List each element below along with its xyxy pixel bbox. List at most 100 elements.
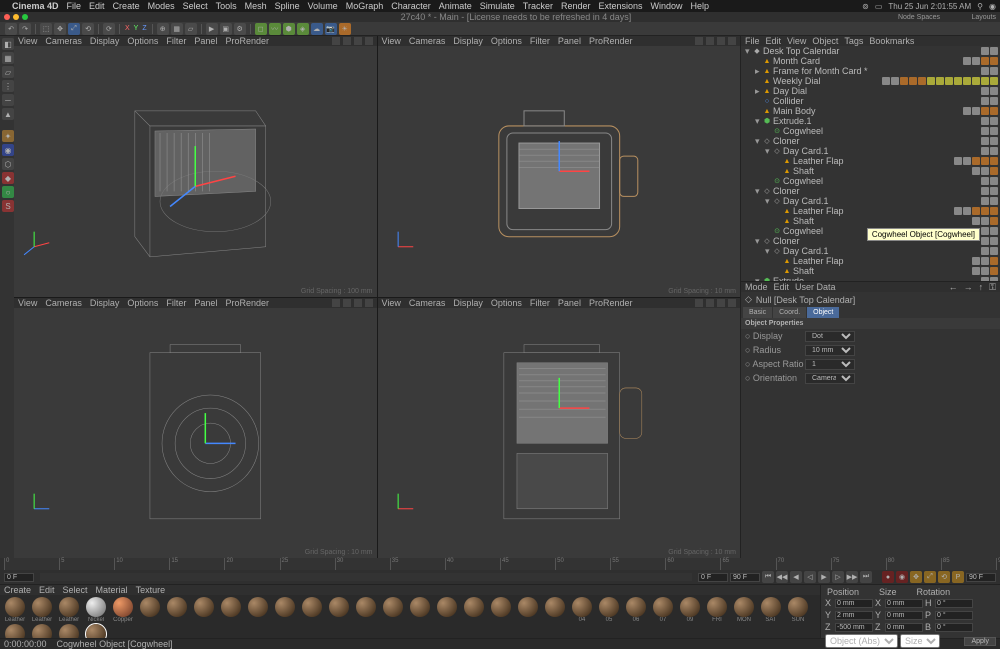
render-view[interactable]: ▶	[206, 23, 218, 35]
expand-toggle[interactable]: ▸	[755, 66, 763, 77]
object-tag[interactable]	[990, 207, 998, 215]
object-row[interactable]: ▾◆Desk Top Calendar	[741, 46, 1000, 56]
object-tag[interactable]	[990, 97, 998, 105]
object-tag[interactable]	[972, 207, 980, 215]
vp-max-icon[interactable]	[728, 37, 736, 45]
rotation-input[interactable]	[935, 611, 973, 620]
model-mode[interactable]: ◧	[2, 38, 14, 50]
attr-nav-fwd[interactable]: →	[964, 282, 973, 292]
object-tag[interactable]	[927, 77, 935, 85]
project-end-input[interactable]	[966, 573, 996, 582]
object-tag[interactable]	[990, 267, 998, 275]
menu-file[interactable]: File	[67, 1, 82, 11]
vp-menu-view[interactable]: View	[18, 298, 37, 308]
material-preview[interactable]	[32, 597, 52, 617]
redo-button[interactable]: ↷	[19, 23, 31, 35]
object-tag[interactable]	[990, 87, 998, 95]
material-item[interactable]: Copper	[110, 597, 136, 623]
mat-menu-select[interactable]: Select	[63, 585, 88, 595]
object-name[interactable]: Weekly Dial	[773, 76, 882, 86]
vp-menu-prorender[interactable]: ProRender	[225, 298, 269, 308]
object-tag[interactable]	[963, 57, 971, 65]
material-item[interactable]	[272, 597, 298, 623]
material-preview[interactable]	[302, 597, 322, 617]
material-preview[interactable]	[707, 597, 727, 617]
object-tag[interactable]	[990, 127, 998, 135]
object-name[interactable]: Cogwheel	[783, 126, 981, 136]
material-item[interactable]	[434, 597, 460, 623]
size-input[interactable]	[885, 623, 923, 632]
object-row[interactable]: ▲Leather Flap	[741, 156, 1000, 166]
material-item[interactable]	[245, 597, 271, 623]
material-preview[interactable]	[59, 624, 79, 638]
tab-basic[interactable]: Basic	[743, 307, 772, 318]
object-name[interactable]: Extrude.1	[773, 116, 981, 126]
material-preview[interactable]	[113, 597, 133, 617]
object-tag[interactable]	[981, 207, 989, 215]
material-item[interactable]	[191, 597, 217, 623]
render-pict[interactable]: ▣	[220, 23, 232, 35]
objmgr-menu-file[interactable]: File	[745, 36, 760, 46]
apply-button[interactable]: Apply	[964, 637, 996, 646]
attr-value-select[interactable]: Camera	[805, 373, 855, 384]
material-preview[interactable]	[545, 597, 565, 617]
next-key[interactable]: ▶▶	[846, 571, 858, 583]
mat-menu-material[interactable]: Material	[96, 585, 128, 595]
object-name[interactable]: Cogwheel	[783, 176, 981, 186]
object-tag[interactable]	[981, 157, 989, 165]
workplane-button[interactable]: ▱	[185, 23, 197, 35]
object-row[interactable]: ▾◇Day Card.1	[741, 246, 1000, 256]
objmgr-menu-tags[interactable]: Tags	[844, 36, 863, 46]
object-tag[interactable]	[990, 217, 998, 225]
undo-button[interactable]: ↶	[5, 23, 17, 35]
tab-coord[interactable]: Coord.	[773, 307, 806, 318]
material-preview[interactable]	[140, 597, 160, 617]
object-name[interactable]: Day Dial	[773, 86, 981, 96]
object-row[interactable]: ▲Main Body	[741, 106, 1000, 116]
soft-select[interactable]: ○	[2, 186, 14, 198]
material-preview[interactable]	[86, 597, 106, 617]
object-tag[interactable]	[945, 77, 953, 85]
menu-tracker[interactable]: Tracker	[523, 1, 553, 11]
object-tag[interactable]	[972, 217, 980, 225]
object-name[interactable]: Leather Flap	[793, 256, 972, 266]
material-item[interactable]: 07	[650, 597, 676, 623]
vp-menu-view[interactable]: View	[382, 298, 401, 308]
object-row[interactable]: ▾⬢Extrude.1	[741, 116, 1000, 126]
scale-tool[interactable]: ⤢	[68, 23, 80, 35]
object-tag[interactable]	[981, 97, 989, 105]
object-tag[interactable]	[990, 187, 998, 195]
tab-object[interactable]: Object	[807, 307, 839, 318]
object-name[interactable]: Main Body	[773, 106, 963, 116]
viewport-right[interactable]: ViewCamerasDisplayOptionsFilterPanelProR…	[14, 298, 377, 559]
menu-tools[interactable]: Tools	[216, 1, 237, 11]
size-input[interactable]	[885, 611, 923, 620]
render-settings[interactable]: ⚙	[234, 23, 246, 35]
vp-menu-panel[interactable]: Panel	[194, 298, 217, 308]
app-name[interactable]: Cinema 4D	[12, 1, 59, 11]
material-preview[interactable]	[788, 597, 808, 617]
material-preview[interactable]	[518, 597, 538, 617]
menu-edit[interactable]: Edit	[89, 1, 105, 11]
autokey[interactable]: ◉	[896, 571, 908, 583]
object-tag[interactable]	[990, 197, 998, 205]
wifi-icon[interactable]: ⊚	[862, 2, 869, 11]
object-tag[interactable]	[990, 177, 998, 185]
menu-help[interactable]: Help	[691, 1, 710, 11]
vp-menu-view[interactable]: View	[382, 36, 401, 46]
expand-toggle[interactable]: ▾	[745, 46, 753, 57]
object-tag[interactable]	[981, 137, 989, 145]
material-item[interactable]: 06	[623, 597, 649, 623]
key-param[interactable]: P	[952, 571, 964, 583]
vp-menu-panel[interactable]: Panel	[558, 36, 581, 46]
spline-primitive[interactable]: 〰	[269, 23, 281, 35]
object-tag[interactable]	[990, 257, 998, 265]
object-tag[interactable]	[990, 157, 998, 165]
material-item[interactable]: SUN	[785, 597, 811, 623]
mat-menu-create[interactable]: Create	[4, 585, 31, 595]
material-item[interactable]: 05	[596, 597, 622, 623]
object-tag[interactable]	[981, 77, 989, 85]
object-tag[interactable]	[972, 257, 980, 265]
expand-toggle[interactable]: ▾	[765, 196, 773, 207]
object-row[interactable]: ▾◇Day Card.1	[741, 146, 1000, 156]
